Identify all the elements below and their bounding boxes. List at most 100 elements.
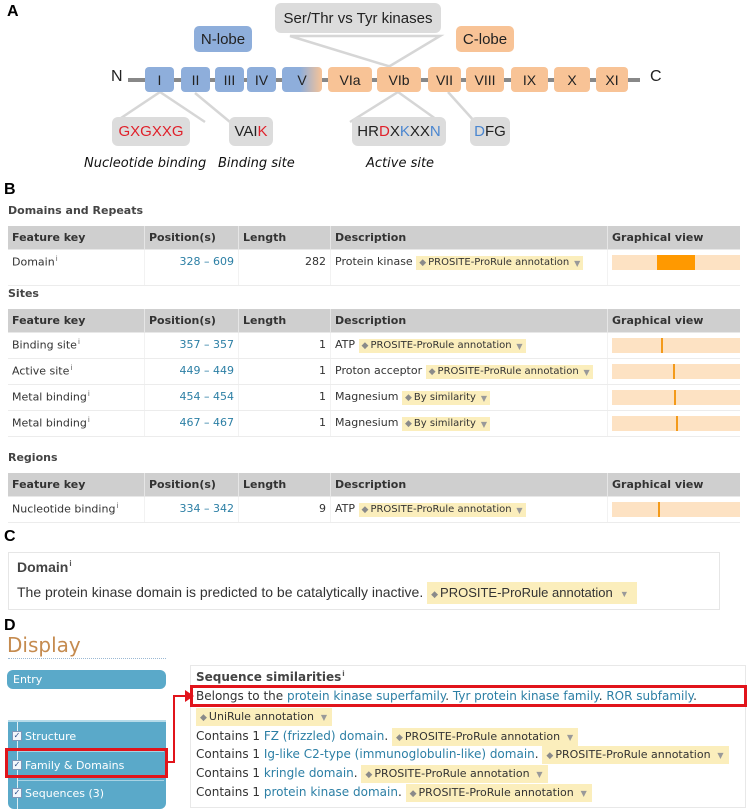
- info-icon[interactable]: i: [342, 670, 344, 678]
- feature-position-marker: [673, 364, 676, 379]
- domain-link[interactable]: FZ (frizzled) domain: [264, 729, 384, 743]
- column-header[interactable]: Feature key: [8, 226, 145, 249]
- column-header[interactable]: Graphical view: [608, 473, 740, 496]
- caret-down-icon: ▼: [574, 259, 581, 268]
- evidence-dropdown[interactable]: ◆ PROSITE-ProRule annotation ▼: [361, 765, 548, 783]
- evidence-dropdown[interactable]: ◆ PROSITE-ProRule annotation ▼: [358, 339, 526, 353]
- tag-icon: ◆: [409, 789, 417, 799]
- feature-position-marker: [660, 338, 663, 353]
- description-text: ATP: [335, 338, 356, 351]
- evidence-dropdown[interactable]: ◆ PROSITE-ProRule annotation ▼: [427, 582, 637, 604]
- graphical-view-track[interactable]: [612, 364, 740, 379]
- evidence-dropdown[interactable]: ◆ PROSITE-ProRule annotation ▼: [405, 784, 592, 802]
- evidence-dropdown[interactable]: ◆ PROSITE-ProRule annotation ▼: [425, 365, 593, 379]
- highlight-box-belongs-to: [190, 685, 747, 707]
- info-icon[interactable]: i: [78, 338, 80, 346]
- nav-item-label: Structure: [25, 729, 77, 743]
- position-link[interactable]: 334 – 342: [180, 502, 234, 515]
- nav-item-sequences[interactable]: ✓ Sequences (3): [12, 782, 104, 804]
- position-link[interactable]: 449 – 449: [180, 364, 234, 377]
- evidence-label: By similarity: [413, 392, 476, 403]
- tag-icon: ◆: [428, 367, 436, 377]
- column-header[interactable]: Graphical view: [608, 226, 740, 249]
- column-header[interactable]: Graphical view: [608, 309, 740, 332]
- evidence-label: PROSITE-ProRule annotation: [440, 585, 613, 600]
- position-link[interactable]: 467 – 467: [180, 416, 234, 429]
- motif-hrd-part: K: [399, 123, 410, 140]
- graphical-view-track[interactable]: [612, 338, 740, 353]
- feature-key-cell: Metal bindingi: [8, 385, 145, 410]
- column-header[interactable]: Feature key: [8, 309, 145, 332]
- tag-icon: ◆: [404, 419, 412, 429]
- caret-down-icon: ▼: [480, 420, 487, 429]
- evidence-label: PROSITE-ProRule annotation: [418, 786, 574, 799]
- graphical-view-cell: [608, 497, 740, 522]
- tag-icon: ◆: [365, 770, 373, 780]
- column-header[interactable]: Position(s): [145, 473, 239, 496]
- position-cell: 449 – 449: [145, 359, 239, 384]
- nav-item-structure[interactable]: ✓ Structure: [12, 725, 76, 747]
- column-header[interactable]: Description: [331, 226, 608, 249]
- evidence-dropdown[interactable]: ◆ PROSITE-ProRule annotation ▼: [391, 728, 579, 746]
- motif-vaik-plain: VAI: [234, 123, 258, 140]
- graphical-view-track[interactable]: [612, 416, 740, 431]
- column-header[interactable]: Description: [331, 473, 608, 496]
- column-header[interactable]: Length: [239, 473, 331, 496]
- column-header[interactable]: Description: [331, 309, 608, 332]
- caret-down-icon: ▼: [717, 751, 724, 760]
- table-row: Binding sitei 357 – 357 1 ATP ◆ PROSITE-ProR…: [8, 333, 740, 359]
- caption-nucleotide-binding: Nucleotide binding: [84, 156, 207, 171]
- motif-vaik: VAI K: [229, 117, 273, 146]
- description-text: Magnesium: [335, 416, 399, 429]
- nav-divider: [18, 780, 164, 781]
- info-icon[interactable]: i: [70, 364, 72, 372]
- column-header[interactable]: Position(s): [145, 226, 239, 249]
- n-terminus-label: N: [111, 68, 123, 85]
- graphical-view-track[interactable]: [612, 255, 740, 270]
- evidence-label: PROSITE-ProRule annotation: [404, 730, 561, 743]
- subdomain-VIb: VIb: [377, 67, 421, 92]
- checkbox-icon[interactable]: ✓: [12, 788, 22, 798]
- display-title: Display: [7, 633, 81, 657]
- features-table: Feature key Position(s) Length Description G…: [8, 473, 740, 523]
- graphical-view-track[interactable]: [612, 502, 740, 517]
- column-header[interactable]: Feature key: [8, 473, 145, 496]
- domain-link[interactable]: protein kinase domain: [264, 785, 398, 799]
- tag-icon: ◆: [404, 393, 412, 403]
- motif-hrd-part: N: [429, 123, 441, 140]
- domain-link[interactable]: Ig-like C2-type (immunoglobulin-like) do…: [264, 747, 535, 761]
- info-icon[interactable]: i: [88, 390, 90, 398]
- evidence-dropdown[interactable]: ◆ By similarity ▼: [401, 391, 490, 405]
- evidence-dropdown[interactable]: ◆ PROSITE-ProRule annotation ▼: [542, 746, 729, 764]
- info-icon[interactable]: i: [69, 559, 71, 568]
- section-title: Regions: [8, 451, 58, 464]
- caret-down-icon: ▼: [516, 506, 523, 515]
- graphical-view-track[interactable]: [612, 390, 740, 405]
- info-icon[interactable]: i: [88, 416, 90, 424]
- domain-link[interactable]: kringle domain: [264, 766, 354, 780]
- table-row: Nucleotide bindingi 334 – 342 9 ATP ◆ PROSIT…: [8, 497, 740, 523]
- evidence-dropdown[interactable]: ◆ PROSITE-ProRule annotation ▼: [416, 256, 584, 270]
- position-link[interactable]: 357 – 357: [180, 338, 234, 351]
- evidence-dropdown[interactable]: ◆ PROSITE-ProRule annotation ▼: [358, 503, 526, 517]
- position-cell: 357 – 357: [145, 333, 239, 358]
- motif-hrd-part: HR: [357, 123, 379, 140]
- nav-entry-button[interactable]: Entry: [7, 670, 166, 689]
- motif-hrd-part: XX: [409, 123, 430, 140]
- position-link[interactable]: 454 – 454: [180, 390, 234, 403]
- subdomain-V: V: [282, 67, 322, 92]
- evidence-dropdown[interactable]: ◆ By similarity ▼: [401, 417, 490, 431]
- evidence-dropdown[interactable]: ◆ UniRule annotation ▼: [196, 708, 332, 726]
- position-link[interactable]: 328 – 609: [180, 255, 234, 268]
- column-header[interactable]: Length: [239, 309, 331, 332]
- feature-extent-bar: [656, 255, 696, 270]
- tag-icon: ◆: [395, 733, 403, 743]
- tag-icon: ◆: [546, 751, 554, 761]
- caret-down-icon: ▼: [516, 342, 523, 351]
- column-header[interactable]: Length: [239, 226, 331, 249]
- info-icon[interactable]: i: [116, 502, 118, 510]
- info-icon[interactable]: i: [56, 255, 58, 263]
- column-header[interactable]: Position(s): [145, 309, 239, 332]
- checkbox-icon[interactable]: ✓: [12, 731, 22, 741]
- description-text: Magnesium: [335, 390, 399, 403]
